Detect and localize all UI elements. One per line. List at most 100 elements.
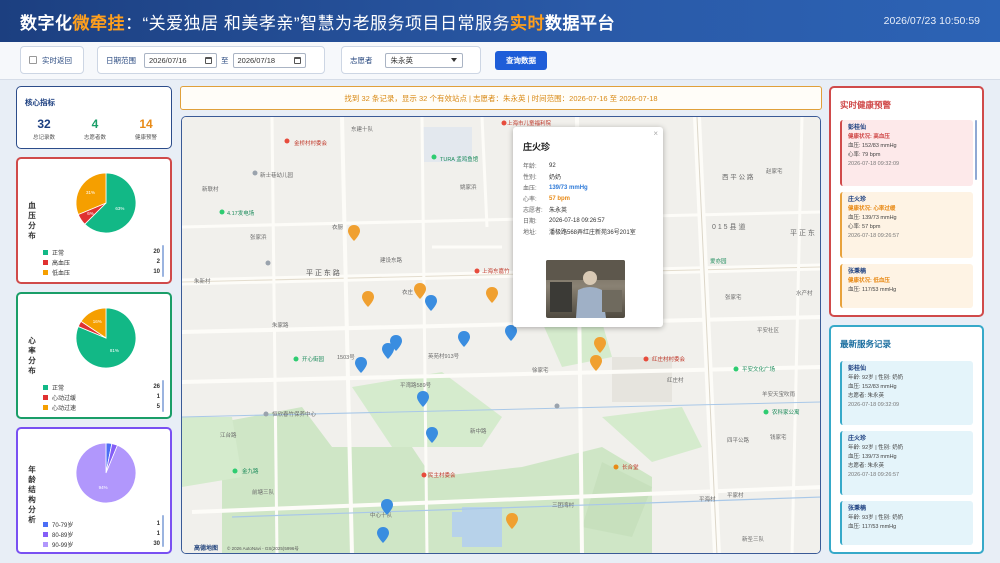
title-part-5: 数据平台 [545, 13, 616, 33]
map-label: TURA 孟鸡鱼馆 [440, 155, 479, 163]
legend-value: 1 [156, 521, 160, 527]
field-value: 朱永英 [549, 208, 568, 214]
volunteer-select[interactable]: 朱永英 [384, 52, 463, 68]
map-label: 姚家浜 [460, 183, 477, 191]
age-legend: 70-79岁 1 80-89岁 1 90-99岁 30 [43, 519, 160, 549]
record-card[interactable]: 张秉楠 年龄: 93岁 | 性别: 奶奶 血压: 117/53 mmHg [840, 501, 973, 545]
alert-card[interactable]: 张秉楠 健康状况: 低血压 血压: 117/53 mmHg [840, 264, 973, 308]
legend-label: 心动过速 [52, 405, 77, 412]
date-range-group: 日期范围 2026/07/16 至 2026/07/18 [97, 46, 325, 74]
map-label: 红庄村村委会 [652, 355, 686, 363]
legend-value: 30 [153, 541, 160, 547]
record-info: 年龄: 92岁 | 性别: 奶奶 [848, 445, 904, 451]
pie-slice[interactable] [75, 442, 137, 504]
record-time: 2026-07-18 09:26:57 [848, 472, 900, 478]
legend-item[interactable]: 70-79岁 1 [43, 519, 160, 529]
start-date-input[interactable]: 2026/07/16 [144, 52, 217, 68]
service-records-panel: 最新服务记录 彭桂仙 年龄: 92岁 | 性别: 奶奶 血压: 152/83 m… [829, 325, 984, 554]
alert-status: 健康状况: 高血压 [848, 134, 890, 140]
map-attribution-logo: 高德地图 [194, 544, 218, 552]
legend-swatch [43, 269, 48, 275]
legend-item[interactable]: 心动过速 5 [43, 402, 160, 412]
popup-field: 志愿者: 朱永英 [523, 204, 653, 215]
app-header: 数字化微牵挂：“关爱独居 和美孝亲”智慧为老服务项目日常服务实时数据平台 202… [0, 0, 1000, 42]
field-key: 心率: [523, 197, 537, 203]
legend-label: 正常 [52, 250, 65, 257]
query-button[interactable]: 查询数据 [495, 51, 547, 70]
start-date-value: 2026/07/16 [149, 55, 187, 65]
record-card[interactable]: 庄火珍 年龄: 92岁 | 性别: 奶奶 血压: 139/73 mmHg 志愿者… [840, 431, 973, 495]
core-metrics-panel: 核心指标 32 总记录数 4 志愿者数 14 健康预警 [16, 86, 172, 149]
legend-label: 90-99岁 [52, 542, 74, 549]
realtime-toggle[interactable]: 实时返回 [20, 46, 84, 74]
query-result-banner: 找到 32 条记录，显示 32 个有效站点 | 志愿者：朱永英 | 时间范围：2… [180, 86, 822, 110]
map-view[interactable]: 东建十队 金桥村村委会 新士巷幼儿园 新联村 TURA 孟鸡鱼馆 姚家浜 4.1… [181, 116, 821, 554]
pie-slice-label: 63% [115, 206, 124, 211]
map-canvas[interactable]: 东建十队 金桥村村委会 新士巷幼儿园 新联村 TURA 孟鸡鱼馆 姚家浜 4.1… [182, 117, 821, 554]
map-label: 长合堂 [622, 463, 639, 471]
scrollbar[interactable] [162, 245, 164, 277]
alert-time: 2026-07-18 09:26:57 [848, 233, 900, 239]
map-label: 张家浜 [250, 233, 267, 241]
legend-item[interactable]: 心动过缓 1 [43, 392, 160, 402]
map-label: 前塘三队 [252, 488, 275, 496]
alert-time: 2026-07-18 09:32:09 [848, 161, 900, 167]
close-icon[interactable]: × [653, 129, 658, 138]
alert-hr: 心率: 79 bpm [848, 152, 881, 158]
metrics-title: 核心指标 [25, 98, 55, 107]
record-card[interactable]: 彭桂仙 年龄: 92岁 | 性别: 奶奶 血压: 152/83 mmHg 志愿者… [840, 361, 973, 425]
end-date-input[interactable]: 2026/07/18 [232, 52, 306, 68]
legend-item[interactable]: 90-99岁 30 [43, 539, 160, 549]
legend-item[interactable]: 正常 26 [43, 382, 160, 392]
field-key: 日期: [523, 219, 537, 225]
record-name: 彭桂仙 [848, 366, 867, 372]
elder-info-popup: × 庄火珍 年龄: 92 性别: 奶奶 血压: 139/73 mmHg 心率: 57 b… [513, 127, 663, 327]
calendar-icon[interactable] [293, 56, 301, 64]
alert-card[interactable]: 庄火珍 健康状况: 心率过缓 血压: 139/73 mmHg 心率: 57 bp… [840, 192, 973, 258]
map-label: 张家宅 [725, 293, 742, 301]
calendar-icon[interactable] [205, 56, 212, 64]
map-label: 钱家宅 [770, 433, 787, 441]
header-clock: 2026/07/23 10:50:59 [883, 15, 980, 27]
legend-swatch [43, 404, 48, 410]
legend-item[interactable]: 低血压 10 [43, 267, 160, 277]
field-value: 2026-07-18 09:26:57 [549, 217, 605, 224]
map-label: 赵家宅 [766, 167, 783, 175]
map-label: 新士巷幼儿园 [260, 171, 294, 179]
pie-slice-label: 94% [99, 485, 108, 490]
legend-label: 低血压 [52, 270, 71, 277]
map-label: 平家村 [727, 491, 744, 499]
realtime-checkbox[interactable] [29, 56, 37, 64]
health-alert-panel: 实时健康预警 彭桂仙 健康状况: 高血压 血压: 152/83 mmHg 心率:… [829, 86, 984, 317]
volunteer-filter: 志愿者 朱永英 [341, 46, 481, 74]
field-value: 139/73 mmHg [549, 184, 588, 191]
records-title: 最新服务记录 [840, 339, 892, 349]
legend-item[interactable]: 高血压 2 [43, 257, 160, 267]
scrollbar[interactable] [162, 380, 164, 412]
map-label: 上海东嘉竹 [482, 267, 510, 275]
popup-field: 性别: 奶奶 [523, 171, 653, 182]
hr-chart-title: 心率分布 [28, 336, 36, 375]
map-label: 平安社区 [757, 326, 780, 334]
map-label: 1503号 [337, 354, 355, 361]
map-label: 红庄村 [667, 376, 684, 384]
scrollbar[interactable] [162, 515, 164, 547]
legend-label: 70-79岁 [52, 522, 74, 529]
hr-legend: 正常 26 心动过缓 1 心动过速 5 [43, 382, 160, 412]
legend-item[interactable]: 正常 20 [43, 247, 160, 257]
age-structure-panel: 年龄结构分析 94% 70-79岁 1 80-89岁 1 90-99岁 30 [16, 427, 172, 554]
field-key: 地址: [523, 230, 537, 236]
legend-label: 心动过缓 [52, 395, 77, 402]
age-chart-title: 年龄结构分析 [28, 465, 36, 524]
alert-status: 健康状况: 心率过缓 [848, 206, 896, 212]
hr-distribution-panel: 心率分布 81% 16% 正常 26 心动过缓 1 心动过速 5 [16, 292, 172, 419]
record-time: 2026-07-18 09:32:09 [848, 402, 900, 408]
legend-item[interactable]: 80-89岁 1 [43, 529, 160, 539]
map-label: 徐家宅 [532, 366, 549, 374]
map-label: 朱新村 [194, 277, 211, 285]
legend-value: 10 [153, 269, 160, 275]
title-part-2: 微牵挂 [72, 13, 125, 33]
alert-card[interactable]: 彭桂仙 健康状况: 高血压 血压: 152/83 mmHg 心率: 79 bpm… [840, 120, 973, 186]
volunteer-selected: 朱永英 [390, 55, 414, 65]
scrollbar[interactable] [975, 120, 977, 180]
